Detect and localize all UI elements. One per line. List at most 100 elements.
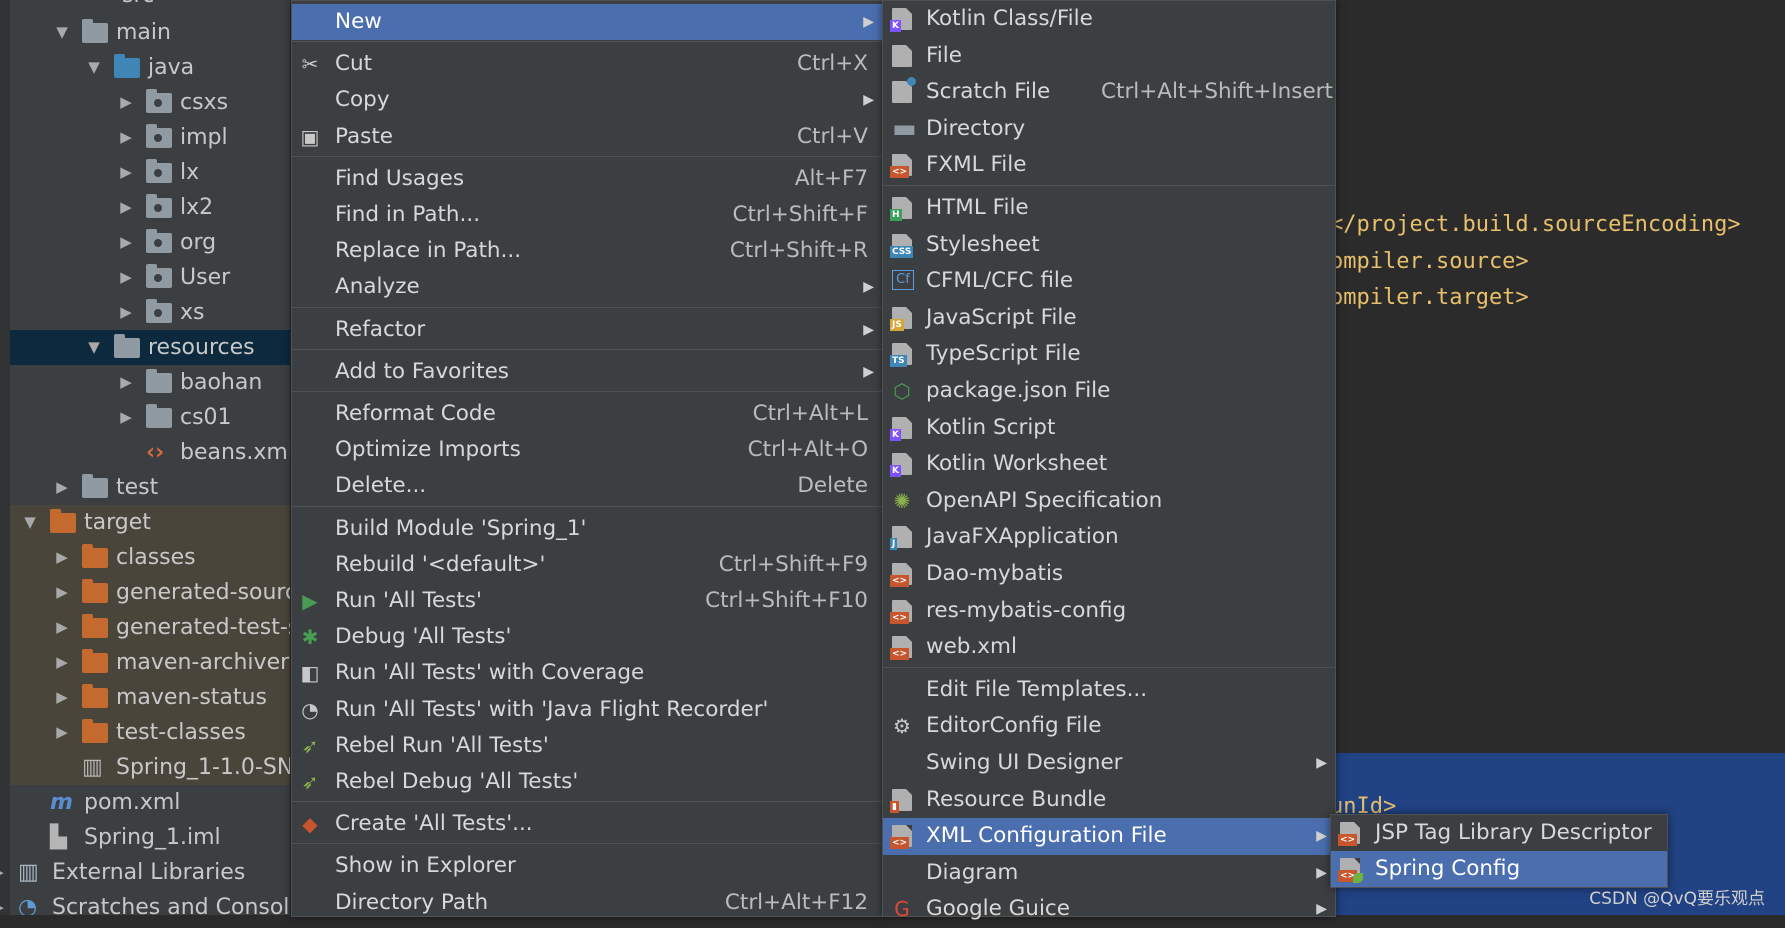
menu-item-new[interactable]: New ▶	[292, 4, 882, 41]
chevron-right-icon[interactable]: ▶	[116, 85, 136, 120]
new-item-javafxapplication[interactable]: J JavaFXApplication	[883, 519, 1335, 556]
new-item-res-mybatis-config[interactable]: <> res-mybatis-config	[883, 593, 1335, 630]
menu-item-cut[interactable]: ✂ Cut Ctrl+X	[292, 46, 882, 82]
tree-item-java[interactable]: ▼ java	[10, 50, 290, 85]
tree-item-maven-archiver[interactable]: ▶ maven-archiver	[10, 645, 290, 680]
new-item-package-json-file[interactable]: ⬡ package.json File	[883, 373, 1335, 410]
menu-item-refactor[interactable]: Refactor ▶	[292, 312, 882, 348]
new-item-javascript-file[interactable]: JS JavaScript File	[883, 300, 1335, 337]
chevron-right-icon[interactable]: ▶	[116, 260, 136, 295]
menu-item-find-usages[interactable]: Find Usages Alt+F7	[292, 161, 882, 197]
menu-item-find-in-path[interactable]: Find in Path... Ctrl+Shift+F	[292, 197, 882, 233]
new-item-kotlin-worksheet[interactable]: K Kotlin Worksheet	[883, 446, 1335, 483]
chevron-right-icon[interactable]: ▶	[52, 470, 72, 505]
tree-item-csxs[interactable]: ▶ csxs	[10, 85, 290, 120]
tree-item-pom-xml[interactable]: m pom.xml	[10, 785, 290, 820]
chevron-right-icon[interactable]: ▶	[116, 400, 136, 435]
menu-item-add-to-favorites[interactable]: Add to Favorites ▶	[292, 354, 882, 390]
menu-item-rebel-debug-all-tests[interactable]: ➶ Rebel Debug 'All Tests'	[292, 764, 882, 800]
chevron-right-icon[interactable]: ▶	[52, 610, 72, 645]
tree-item-generated-test-sources[interactable]: ▶ generated-test-sources	[10, 610, 290, 645]
new-item-file[interactable]: File	[883, 38, 1335, 75]
chevron-down-icon[interactable]: ▼	[20, 505, 40, 540]
new-item-html-file[interactable]: H HTML File	[883, 190, 1335, 227]
menu-item-run-all-tests-with-java-flight-recorder[interactable]: ◔ Run 'All Tests' with 'Java Flight Recor…	[292, 692, 882, 728]
new-item-stylesheet[interactable]: CSS Stylesheet	[883, 227, 1335, 264]
tree-item-scratches-and-consoles[interactable]: ▶ ◔ Scratches and Consoles	[0, 890, 290, 915]
menu-item-paste[interactable]: ▣ Paste Ctrl+V	[292, 119, 882, 155]
new-item-fxml-file[interactable]: <> FXML File	[883, 147, 1335, 184]
chevron-right-icon[interactable]: ▶	[0, 855, 8, 890]
new-item-editorconfig-file[interactable]: ⚙ EditorConfig File	[883, 708, 1335, 745]
menu-item-build-module-spring-1[interactable]: Build Module 'Spring_1'	[292, 511, 882, 547]
tree-item-lx[interactable]: ▶ lx	[10, 155, 290, 190]
chevron-down-icon[interactable]: ▼	[52, 15, 72, 50]
menu-item-reformat-code[interactable]: Reformat Code Ctrl+Alt+L	[292, 396, 882, 432]
chevron-right-icon[interactable]: ▶	[52, 645, 72, 680]
chevron-right-icon[interactable]: ▶	[116, 225, 136, 260]
tree-item-impl[interactable]: ▶ impl	[10, 120, 290, 155]
menu-item-run-all-tests-with-coverage[interactable]: ◧ Run 'All Tests' with Coverage	[292, 655, 882, 691]
menu-item-rebel-run-all-tests[interactable]: ➶ Rebel Run 'All Tests'	[292, 728, 882, 764]
new-item-kotlin-class-file[interactable]: K Kotlin Class/File	[883, 1, 1335, 38]
tree-item-external-libraries[interactable]: ▶ ▥ External Libraries	[0, 855, 290, 890]
chevron-right-icon[interactable]: ▶	[0, 890, 8, 915]
menu-item-analyze[interactable]: Analyze ▶	[292, 269, 882, 305]
new-item-edit-file-templates[interactable]: Edit File Templates...	[883, 672, 1335, 709]
tree-item-org[interactable]: ▶ org	[10, 225, 290, 260]
tree-item-src[interactable]: src	[10, 0, 290, 13]
tree-item-spring-1-iml[interactable]: ▙ Spring_1.iml	[10, 820, 290, 855]
new-item-openapi-specification[interactable]: ✺ OpenAPI Specification	[883, 483, 1335, 520]
chevron-down-icon[interactable]: ▼	[84, 50, 104, 85]
tree-item-lx2[interactable]: ▶ lx2	[10, 190, 290, 225]
new-item-cfml-cfc-file[interactable]: Cf CFML/CFC file	[883, 263, 1335, 300]
menu-item-replace-in-path[interactable]: Replace in Path... Ctrl+Shift+R	[292, 233, 882, 269]
tree-item-resources[interactable]: ▼ resources	[10, 330, 290, 365]
chevron-right-icon[interactable]: ▶	[52, 540, 72, 575]
tree-item-test-classes[interactable]: ▶ test-classes	[10, 715, 290, 750]
new-item-directory[interactable]: ▬ Directory	[883, 111, 1335, 148]
tree-item-baohan[interactable]: ▶ baohan	[10, 365, 290, 400]
new-item-diagram[interactable]: Diagram ▶	[883, 855, 1335, 892]
new-item-typescript-file[interactable]: TS TypeScript File	[883, 336, 1335, 373]
tree-item-user[interactable]: ▶ User	[10, 260, 290, 295]
chevron-right-icon[interactable]: ▶	[116, 120, 136, 155]
tree-item-test[interactable]: ▶ test	[10, 470, 290, 505]
new-item-resource-bundle[interactable]: ▮ Resource Bundle	[883, 782, 1335, 819]
new-item-web-xml[interactable]: <> web.xml	[883, 629, 1335, 666]
new-item-swing-ui-designer[interactable]: Swing UI Designer ▶	[883, 745, 1335, 782]
xml-item-spring-config[interactable]: <> Spring Config	[1331, 851, 1667, 887]
tree-item-generated-sources[interactable]: ▶ generated-sources	[10, 575, 290, 610]
menu-item-delete[interactable]: Delete... Delete	[292, 468, 882, 504]
menu-item-create-all-tests[interactable]: ◆ Create 'All Tests'...	[292, 806, 882, 842]
menu-item-show-in-explorer[interactable]: Show in Explorer	[292, 848, 882, 884]
tree-item-spring-1-1-0-snapshot-jar[interactable]: ▥ Spring_1-1.0-SNAPSHOT.jar	[10, 750, 290, 785]
menu-item-directory-path[interactable]: Directory Path Ctrl+Alt+F12	[292, 885, 882, 921]
tree-item-maven-status[interactable]: ▶ maven-status	[10, 680, 290, 715]
tree-item-xs[interactable]: ▶ xs	[10, 295, 290, 330]
tree-item-classes[interactable]: ▶ classes	[10, 540, 290, 575]
chevron-right-icon[interactable]: ▶	[116, 365, 136, 400]
menu-item-debug-all-tests[interactable]: ✱ Debug 'All Tests'	[292, 619, 882, 655]
tree-item-target[interactable]: ▼ target	[10, 505, 290, 540]
chevron-right-icon[interactable]: ▶	[116, 190, 136, 225]
new-item-google-guice[interactable]: G Google Guice ▶	[883, 891, 1335, 928]
xml-item-jsp-tag-library-descriptor[interactable]: <> JSP Tag Library Descriptor	[1331, 815, 1667, 851]
new-item-dao-mybatis[interactable]: <> Dao-mybatis	[883, 556, 1335, 593]
menu-item-optimize-imports[interactable]: Optimize Imports Ctrl+Alt+O	[292, 432, 882, 468]
chevron-right-icon[interactable]: ▶	[52, 680, 72, 715]
chevron-right-icon[interactable]: ▶	[116, 155, 136, 190]
new-item-xml-configuration-file[interactable]: <> XML Configuration File ▶	[883, 818, 1335, 855]
tree-item-main[interactable]: ▼ main	[10, 15, 290, 50]
chevron-right-icon[interactable]: ▶	[52, 575, 72, 610]
tree-item-cs01[interactable]: ▶ cs01	[10, 400, 290, 435]
menu-item-run-all-tests[interactable]: ▶ Run 'All Tests' Ctrl+Shift+F10	[292, 583, 882, 619]
chevron-down-icon[interactable]: ▼	[84, 330, 104, 365]
chevron-right-icon[interactable]: ▶	[116, 295, 136, 330]
menu-item-copy[interactable]: Copy ▶	[292, 82, 882, 118]
menu-item-rebuild-default[interactable]: Rebuild '<default>' Ctrl+Shift+F9	[292, 547, 882, 583]
new-item-scratch-file[interactable]: Scratch File Ctrl+Alt+Shift+Insert	[883, 74, 1335, 111]
chevron-right-icon[interactable]: ▶	[52, 715, 72, 750]
new-item-kotlin-script[interactable]: K Kotlin Script	[883, 410, 1335, 447]
tree-item-beans-xml[interactable]: ‹› beans.xml	[10, 435, 290, 470]
